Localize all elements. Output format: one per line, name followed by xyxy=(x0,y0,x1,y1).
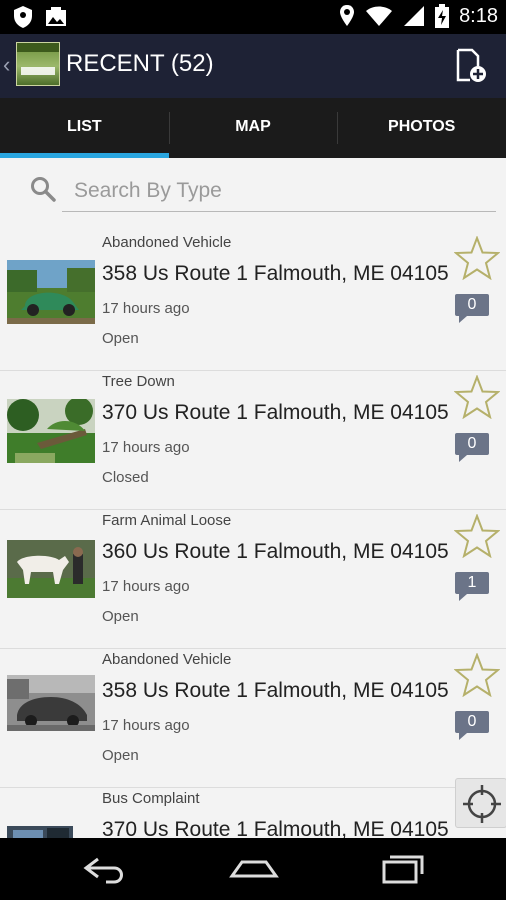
comment-count: 0 xyxy=(455,433,489,455)
comment-count-badge: 0 xyxy=(455,711,489,743)
crosshair-icon xyxy=(463,785,501,823)
search-icon xyxy=(31,177,56,202)
star-icon[interactable] xyxy=(454,236,500,280)
report-thumbnail xyxy=(7,826,95,838)
page-title: RECENT (52) xyxy=(66,50,214,77)
battery-charging-icon xyxy=(435,4,450,28)
comment-count-badge: 0 xyxy=(455,433,489,465)
list-item[interactable]: Farm Animal Loose 360 Us Route 1 Falmout… xyxy=(0,510,506,649)
report-time: 17 hours ago xyxy=(102,578,190,595)
list-item[interactable]: Tree Down 370 Us Route 1 Falmouth, ME 04… xyxy=(0,371,506,510)
notification-icons xyxy=(12,5,68,29)
my-location-button[interactable] xyxy=(455,778,506,828)
location-icon xyxy=(340,5,355,26)
add-report-icon[interactable] xyxy=(454,48,488,84)
comment-count-badge: 0 xyxy=(455,294,489,326)
action-bar: ‹ RECENT (52) xyxy=(0,34,506,98)
comment-count-badge: 1 xyxy=(455,572,489,604)
wifi-icon xyxy=(366,6,393,26)
comment-count: 1 xyxy=(455,572,489,594)
report-thumbnail xyxy=(7,399,95,463)
report-address: 358 Us Route 1 Falmouth, ME 04105 xyxy=(102,262,449,285)
signal-icon xyxy=(404,6,425,26)
report-list: Abandoned Vehicle 358 Us Route 1 Falmout… xyxy=(0,232,506,838)
report-type: Tree Down xyxy=(102,373,175,390)
shield-icon xyxy=(14,6,32,28)
list-item[interactable]: Abandoned Vehicle 358 Us Route 1 Falmout… xyxy=(0,232,506,371)
list-item[interactable]: Abandoned Vehicle 358 Us Route 1 Falmout… xyxy=(0,649,506,788)
tab-photos[interactable]: PHOTOS xyxy=(337,98,506,158)
star-icon[interactable] xyxy=(454,653,500,697)
report-type: Abandoned Vehicle xyxy=(102,234,232,251)
comment-count: 0 xyxy=(455,711,489,733)
chevron-left-icon[interactable]: ‹ xyxy=(3,52,10,78)
tab-map[interactable]: MAP xyxy=(168,98,338,158)
tab-list[interactable]: LIST xyxy=(0,98,169,158)
comment-count: 0 xyxy=(455,294,489,316)
report-status: Closed xyxy=(102,469,149,486)
home-icon[interactable] xyxy=(228,852,280,886)
report-thumbnail xyxy=(7,540,95,598)
report-time: 17 hours ago xyxy=(102,439,190,456)
report-address: 358 Us Route 1 Falmouth, ME 04105 xyxy=(102,679,449,702)
report-list-screen: Abandoned Vehicle 358 Us Route 1 Falmout… xyxy=(0,158,506,838)
tab-bar: LIST MAP PHOTOS xyxy=(0,98,506,158)
report-status: Open xyxy=(102,608,139,625)
search-bar xyxy=(0,158,506,222)
list-item[interactable]: Bus Complaint 370 Us Route 1 Falmouth, M… xyxy=(0,788,506,838)
report-thumbnail xyxy=(7,675,95,731)
report-type: Abandoned Vehicle xyxy=(102,651,232,668)
report-address: 360 Us Route 1 Falmouth, ME 04105 xyxy=(102,540,449,563)
app-logo[interactable] xyxy=(16,42,60,86)
recent-apps-icon[interactable] xyxy=(380,852,428,886)
report-time: 17 hours ago xyxy=(102,300,190,317)
report-address: 370 Us Route 1 Falmouth, ME 04105 xyxy=(102,401,449,424)
report-status: Open xyxy=(102,747,139,764)
report-type: Farm Animal Loose xyxy=(102,512,232,529)
report-thumbnail xyxy=(7,260,95,324)
image-notification-icon xyxy=(46,7,66,26)
report-type: Bus Complaint xyxy=(102,790,200,807)
system-nav-bar xyxy=(0,838,506,900)
star-icon[interactable] xyxy=(454,514,500,558)
star-icon[interactable] xyxy=(454,375,500,419)
status-bar: 8:18 xyxy=(0,0,506,34)
report-status: Open xyxy=(102,330,139,347)
report-time: 17 hours ago xyxy=(102,717,190,734)
search-input[interactable] xyxy=(62,170,496,212)
clock: 8:18 xyxy=(459,4,498,27)
back-icon[interactable] xyxy=(80,852,130,886)
report-address: 370 Us Route 1 Falmouth, ME 04105 xyxy=(102,818,449,838)
